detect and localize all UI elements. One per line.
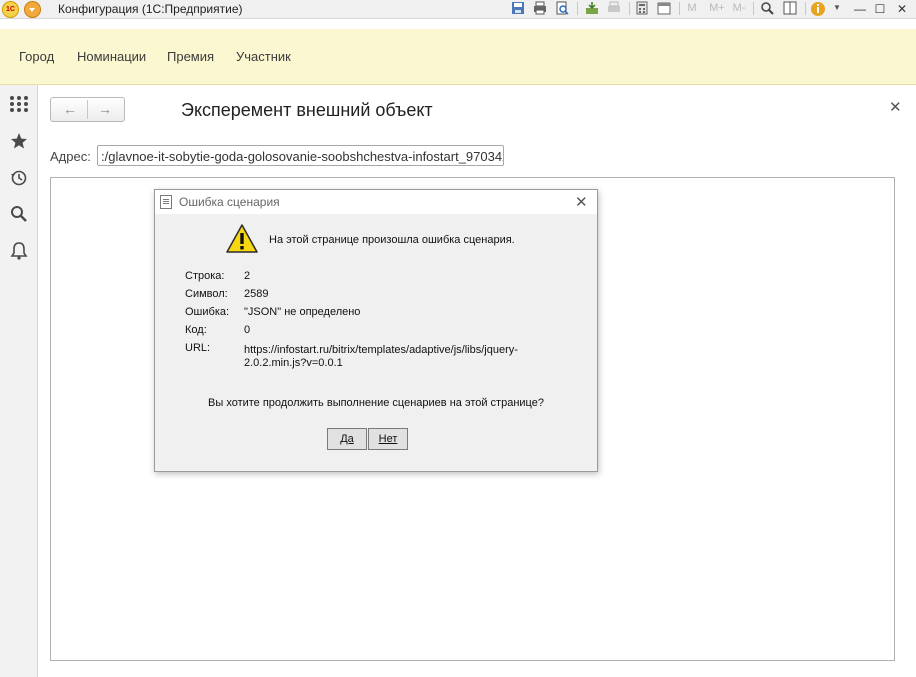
history-icon[interactable] (9, 168, 29, 188)
section-item-participant[interactable]: Участник (236, 49, 291, 64)
yes-button-label: Да (340, 433, 354, 445)
memory-minus-icon: M- (732, 2, 746, 14)
yes-button[interactable]: Да (327, 428, 367, 450)
error-value: "JSON" не определено (244, 306, 361, 318)
search-icon[interactable] (9, 204, 29, 224)
section-item-prize[interactable]: Премия (167, 49, 214, 64)
calendar-icon[interactable] (657, 1, 671, 15)
error-label: Ошибка: (185, 306, 230, 318)
char-value: 2589 (244, 288, 269, 300)
memory-plus-icon: M+ (709, 2, 725, 14)
form-close-icon[interactable]: ✕ (889, 98, 902, 116)
back-arrow-icon[interactable]: ← (58, 101, 82, 117)
info-icon[interactable] (811, 1, 825, 16)
print-icon[interactable] (533, 1, 547, 15)
section-item-city[interactable]: Город (19, 49, 54, 64)
dialog-title: Ошибка сценария (179, 195, 280, 209)
chevron-down-icon[interactable]: ▼ (830, 1, 844, 15)
dialog-close-icon[interactable]: ✕ (575, 193, 588, 211)
forward-arrow-icon[interactable]: → (93, 101, 117, 117)
section-item-nominations[interactable]: Номинации (77, 49, 146, 64)
print-disabled-icon (607, 1, 621, 15)
address-input[interactable]: :/glavnoe-it-sobytie-goda-golosovanie-so… (97, 145, 504, 166)
main-menu-button[interactable] (24, 1, 41, 18)
code-label: Код: (185, 324, 207, 336)
apps-icon[interactable] (9, 94, 29, 114)
save-icon[interactable] (511, 1, 525, 15)
continue-question: Вы хотите продолжить выполнение сценарие… (208, 397, 544, 409)
bell-icon[interactable] (9, 241, 29, 261)
calculator-icon[interactable] (635, 1, 649, 15)
warning-icon (225, 223, 259, 255)
attach-icon[interactable] (585, 1, 599, 15)
address-label: Адрес: (50, 149, 91, 164)
document-icon (160, 195, 172, 209)
code-value: 0 (244, 324, 251, 336)
script-error-dialog: Ошибка сценария ✕ На этой странице произ… (154, 189, 598, 472)
zoom-icon[interactable] (760, 1, 774, 15)
no-button[interactable]: Нет (368, 428, 408, 450)
print-preview-icon[interactable] (555, 1, 569, 15)
window-titlebar: 1С Конфигурация (1С:Предприятие) M M+ M- (0, 0, 916, 19)
no-button-label: Нет (378, 433, 398, 445)
char-label: Символ: (185, 288, 228, 300)
memory-icon: M (687, 2, 697, 14)
panel-icon[interactable] (783, 1, 797, 15)
maximize-button[interactable]: ☐ (870, 0, 890, 18)
line-value: 2 (244, 270, 251, 282)
dialog-titlebar: Ошибка сценария ✕ (155, 190, 597, 214)
left-toolbar (0, 85, 38, 677)
url-value: https://infostart.ru/bitrix/templates/ad… (244, 344, 518, 356)
window-title: Конфигурация (1С:Предприятие) (58, 2, 243, 16)
minimize-button[interactable]: — (850, 0, 870, 18)
error-message: На этой странице произошла ошибка сценар… (269, 234, 515, 246)
window-close-button[interactable]: ✕ (892, 0, 912, 18)
line-label: Строка: (185, 270, 225, 282)
star-icon[interactable] (9, 131, 29, 151)
url-label: URL: (185, 342, 211, 354)
app-logo-icon: 1С (2, 1, 19, 18)
section-panel: Город Номинации Премия Участник (0, 29, 916, 85)
url-value-cont: 2.0.2.min.js?v=0.0.1 (244, 357, 343, 369)
navigation-buttons: ← → (50, 97, 125, 122)
form-title: Эксперемент внешний объект (181, 100, 433, 120)
